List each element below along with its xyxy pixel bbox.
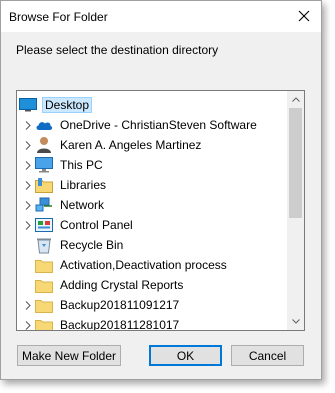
folder-icon (35, 316, 53, 330)
chevron-right-icon[interactable] (21, 175, 35, 195)
folder-icon (35, 296, 53, 314)
folder-tree[interactable]: Desktop OneDrive - ChristianSteven Softwa… (16, 90, 305, 331)
tree-item-label: This PC (60, 158, 103, 172)
tree-item-label: Backup201811091217 (60, 298, 180, 312)
tree-item[interactable]: Desktop (17, 95, 287, 115)
tree-item[interactable]: Karen A. Angeles Martinez (17, 135, 287, 155)
close-icon (298, 10, 310, 22)
chevron-right-icon[interactable] (21, 135, 35, 155)
tree-item[interactable]: Control Panel (17, 215, 287, 235)
tree-item-label: Desktop (42, 97, 93, 113)
tree-item[interactable]: Libraries (17, 175, 287, 195)
tree-item-label: Activation,Deactivation process (60, 258, 227, 272)
scrollbar-thumb[interactable] (289, 108, 302, 218)
tree-item-label: Adding Crystal Reports (60, 278, 184, 292)
tree-item[interactable]: OneDrive - ChristianSteven Software (17, 115, 287, 135)
expander-placeholder (21, 235, 35, 255)
tree-item-label: Network (60, 198, 105, 212)
scroll-down-button[interactable] (287, 313, 304, 330)
user-folder-icon (35, 136, 53, 154)
onedrive-cloud-icon (35, 116, 53, 134)
title-bar: Browse For Folder (1, 1, 321, 32)
folder-icon (35, 256, 53, 274)
expander-placeholder (21, 275, 35, 295)
recycle-bin-icon (35, 236, 53, 254)
browse-for-folder-dialog: Browse For Folder Please select the dest… (0, 0, 322, 380)
chevron-down-icon (291, 319, 300, 324)
libraries-icon (35, 176, 53, 194)
tree-item[interactable]: Activation,Deactivation process (17, 255, 287, 275)
tree-item[interactable]: Backup201811281017 (17, 315, 287, 331)
close-button[interactable] (293, 5, 315, 27)
scroll-up-button[interactable] (287, 91, 304, 108)
vertical-scrollbar[interactable] (287, 91, 304, 330)
chevron-right-icon[interactable] (21, 195, 35, 215)
control-panel-icon (35, 216, 53, 234)
desktop-icon (19, 96, 37, 114)
network-icon (35, 196, 53, 214)
cancel-button[interactable]: Cancel (231, 345, 304, 366)
tree-item-label: Backup201811281017 (60, 318, 180, 331)
expander-placeholder (21, 255, 35, 275)
make-new-folder-button[interactable]: Make New Folder (17, 345, 121, 366)
tree-item[interactable]: This PC (17, 155, 287, 175)
tree-item[interactable]: Adding Crystal Reports (17, 275, 287, 295)
tree-item-label: Karen A. Angeles Martinez (60, 138, 202, 152)
chevron-right-icon[interactable] (21, 215, 35, 235)
chevron-right-icon[interactable] (21, 155, 35, 175)
tree-item-label: Recycle Bin (60, 238, 124, 252)
computer-icon (35, 156, 53, 174)
tree-item[interactable]: Backup201811091217 (17, 295, 287, 315)
tree-item[interactable]: Recycle Bin (17, 235, 287, 255)
chevron-right-icon[interactable] (21, 115, 35, 135)
instruction-text: Please select the destination directory (16, 43, 219, 57)
folder-icon (35, 276, 53, 294)
tree-item-label: Libraries (60, 178, 107, 192)
dialog-title: Browse For Folder (9, 10, 108, 24)
tree-item-label: OneDrive - ChristianSteven Software (60, 118, 257, 132)
ok-button[interactable]: OK (149, 345, 222, 366)
chevron-right-icon[interactable] (21, 315, 35, 330)
tree-item[interactable]: Network (17, 195, 287, 215)
chevron-right-icon[interactable] (21, 295, 35, 315)
chevron-up-icon (291, 97, 300, 102)
tree-item-label: Control Panel (60, 218, 133, 232)
